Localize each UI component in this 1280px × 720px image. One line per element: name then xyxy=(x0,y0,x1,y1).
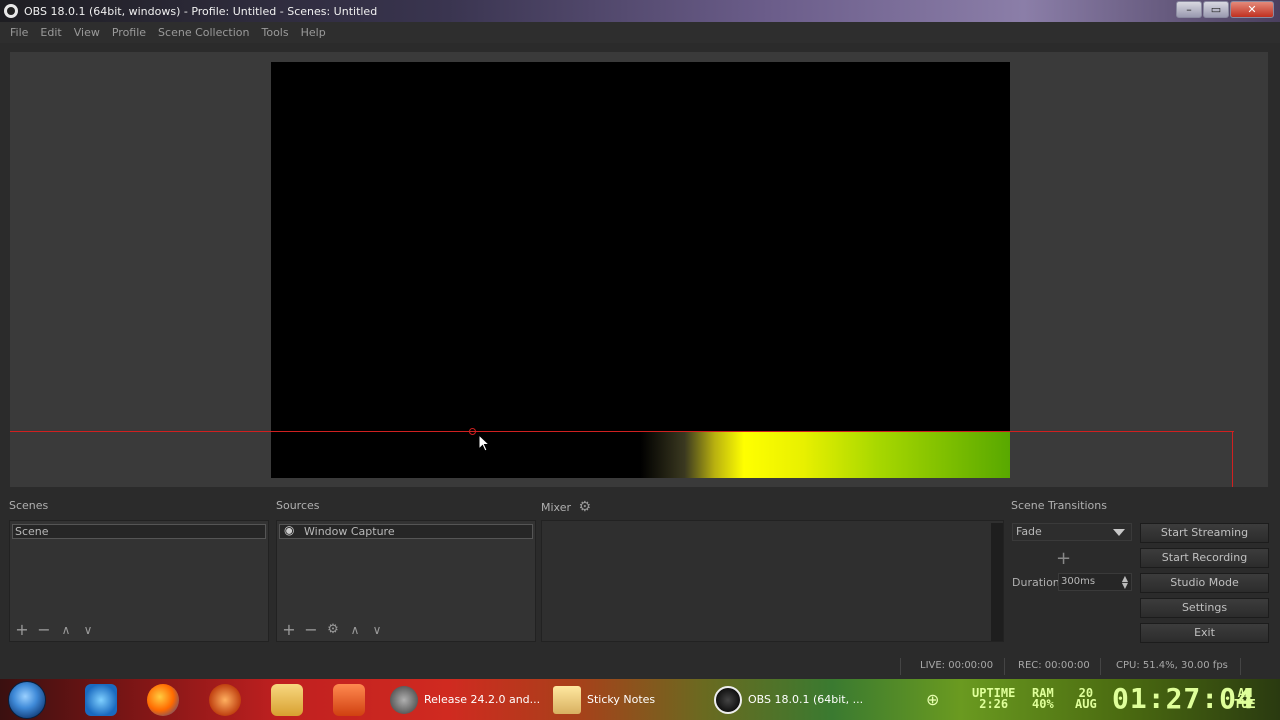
duration-value: 300ms xyxy=(1061,576,1096,587)
maximize-button[interactable]: ▭ xyxy=(1203,1,1229,18)
taskbar-item-release[interactable]: Release 24.2.0 and... xyxy=(390,682,540,717)
source-bounding-box-right xyxy=(1232,431,1233,487)
move-up-icon[interactable]: ∧ xyxy=(58,623,74,637)
sources-dock-title: Sources xyxy=(276,499,320,512)
video-player-icon[interactable] xyxy=(333,684,365,716)
file-explorer-folder-icon[interactable] xyxy=(271,684,303,716)
remove-source-icon[interactable]: − xyxy=(303,622,319,638)
exit-button[interactable]: Exit xyxy=(1140,623,1269,643)
settings-button[interactable]: Settings xyxy=(1140,598,1269,618)
move-up-icon[interactable]: ∧ xyxy=(347,623,363,637)
obs-app-icon xyxy=(4,4,18,18)
status-bar: LIVE: 00:00:00 REC: 00:00:00 CPU: 51.4%,… xyxy=(0,655,1280,679)
ram-value: 40% xyxy=(1032,697,1054,711)
menu-bar: File Edit View Profile Scene Collection … xyxy=(0,22,1280,43)
rec-timer: REC: 00:00:00 xyxy=(1018,660,1090,671)
close-button[interactable]: ✕ xyxy=(1230,1,1274,18)
chevron-down-icon xyxy=(1113,529,1125,536)
scenes-toolbar: + − ∧ ∨ xyxy=(14,622,96,638)
media-player-icon[interactable] xyxy=(209,684,241,716)
visibility-eye-icon[interactable]: ◉ xyxy=(284,524,294,537)
menu-scene-collection[interactable]: Scene Collection xyxy=(152,26,255,39)
uptime-widget: UPTIME 2:26 xyxy=(972,687,1015,711)
date-widget: 20 AUG xyxy=(1075,687,1097,711)
firefox-icon[interactable] xyxy=(147,684,179,716)
menu-help[interactable]: Help xyxy=(295,26,332,39)
release-app-icon xyxy=(390,685,418,714)
sources-list[interactable]: ◉ Window Capture + − ⚙ ∧ ∨ xyxy=(276,520,536,642)
add-scene-icon[interactable]: + xyxy=(14,622,30,638)
mixer-scrollbar[interactable] xyxy=(991,523,1003,641)
status-separator xyxy=(1240,658,1241,675)
mixer-gear-icon[interactable]: ⚙ xyxy=(579,499,592,515)
menu-tools[interactable]: Tools xyxy=(256,26,295,39)
scene-item[interactable]: Scene xyxy=(12,524,266,539)
add-gadget-icon[interactable]: ⊕ xyxy=(926,690,939,709)
scenes-dock-title: Scenes xyxy=(9,499,49,512)
menu-view[interactable]: View xyxy=(68,26,106,39)
live-timer: LIVE: 00:00:00 xyxy=(920,660,994,671)
taskbar-item-label: OBS 18.0.1 (64bit, ... xyxy=(748,693,864,706)
internet-explorer-icon[interactable] xyxy=(85,684,117,716)
move-down-icon[interactable]: ∨ xyxy=(369,623,385,637)
menu-profile[interactable]: Profile xyxy=(106,26,152,39)
sources-toolbar: + − ⚙ ∧ ∨ xyxy=(281,622,385,638)
transition-select-value: Fade xyxy=(1016,525,1042,538)
add-transition-icon[interactable]: + xyxy=(1056,548,1071,569)
duration-stepper[interactable]: 300ms ▲ ▼ xyxy=(1058,573,1132,591)
spin-arrows-icon[interactable]: ▲ ▼ xyxy=(1122,575,1128,590)
window-title: OBS 18.0.1 (64bit, windows) - Profile: U… xyxy=(24,4,378,18)
weekday: TUE xyxy=(1234,697,1256,711)
scenes-list[interactable]: Scene + − ∧ ∨ xyxy=(9,520,269,642)
mouse-cursor-icon xyxy=(478,434,490,452)
start-streaming-button[interactable]: Start Streaming xyxy=(1140,523,1269,543)
obs-icon xyxy=(714,685,742,714)
add-source-icon[interactable]: + xyxy=(281,622,297,638)
ram-widget: RAM 40% xyxy=(1032,687,1054,711)
mixer-panel xyxy=(541,520,1004,642)
title-bar: OBS 18.0.1 (64bit, windows) - Profile: U… xyxy=(0,0,1280,22)
menu-file[interactable]: File xyxy=(4,26,34,39)
window-capture-source-content xyxy=(271,432,1010,478)
start-button-windows-icon[interactable] xyxy=(8,681,46,719)
taskbar-item-label: Sticky Notes xyxy=(587,693,656,706)
source-item[interactable]: ◉ Window Capture xyxy=(279,524,533,539)
source-bounding-box xyxy=(10,431,1234,432)
uptime-value: 2:26 xyxy=(979,697,1009,711)
status-separator xyxy=(1100,658,1101,675)
minimize-button[interactable]: – xyxy=(1176,1,1202,18)
cpu-fps-readout: CPU: 51.4%, 30.00 fps xyxy=(1116,660,1228,671)
studio-mode-button[interactable]: Studio Mode xyxy=(1140,573,1269,593)
transition-select[interactable]: Fade xyxy=(1012,523,1132,541)
source-properties-gear-icon[interactable]: ⚙ xyxy=(325,623,341,637)
duration-label: Duration xyxy=(1012,576,1060,589)
resize-handle[interactable] xyxy=(469,428,476,435)
ampm-widget: AM TUE xyxy=(1234,687,1256,711)
mixer-dock-title: Mixer ⚙ xyxy=(541,499,591,515)
remove-scene-icon[interactable]: − xyxy=(36,622,52,638)
preview-canvas[interactable] xyxy=(271,62,1010,478)
transitions-dock-title: Scene Transitions xyxy=(1011,499,1107,512)
move-down-icon[interactable]: ∨ xyxy=(80,623,96,637)
start-recording-button[interactable]: Start Recording xyxy=(1140,548,1269,568)
status-separator xyxy=(900,658,901,675)
taskbar-item-obs[interactable]: OBS 18.0.1 (64bit, ... xyxy=(714,682,863,717)
mixer-title: Mixer xyxy=(541,501,572,514)
source-item-label: Window Capture xyxy=(304,525,395,538)
menu-edit[interactable]: Edit xyxy=(34,26,67,39)
window-controls: – ▭ ✕ xyxy=(1176,1,1274,18)
date-month: AUG xyxy=(1075,697,1097,711)
taskbar-item-sticky-notes[interactable]: Sticky Notes xyxy=(553,682,655,717)
status-separator xyxy=(1004,658,1005,675)
sticky-notes-icon xyxy=(553,685,581,714)
taskbar-item-label: Release 24.2.0 and... xyxy=(424,693,541,706)
